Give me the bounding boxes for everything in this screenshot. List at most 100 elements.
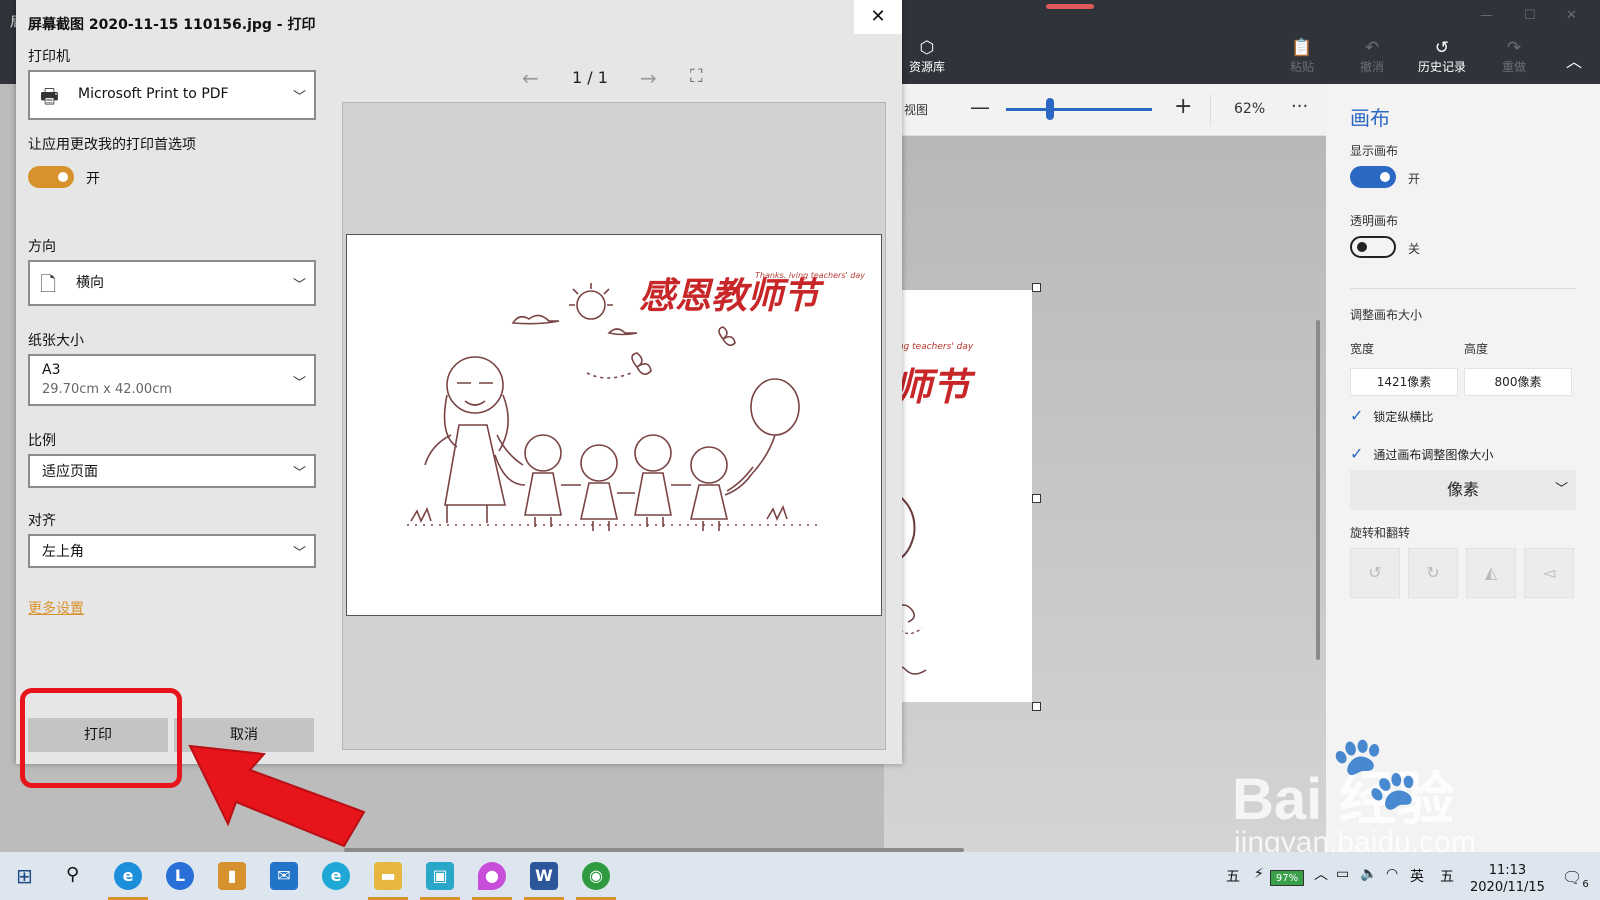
power-icon[interactable]: ⚡ [1254,866,1264,882]
preview-page: Thanks. iving teachers' day 感恩教师节 [346,234,882,616]
flip-horizontal-button[interactable]: ◭ [1466,548,1516,598]
tool-redo[interactable]: ↷ 重做 [1482,38,1546,75]
notes-app-icon[interactable]: ▮ [218,862,246,890]
resize-handle[interactable] [1032,494,1041,503]
mail-icon[interactable]: ✉ [270,862,298,890]
cube-icon: ⬡ [919,38,935,58]
printer-icon: 🖶 [40,84,59,108]
window-close-icon[interactable]: ✕ [1566,8,1577,23]
word-icon[interactable]: W [530,862,558,890]
zoom-out-button[interactable]: — [970,95,990,119]
zoom-in-button[interactable]: + [1174,94,1192,119]
minimize-icon[interactable]: — [1480,8,1493,23]
resize-image-checkbox[interactable]: ✓ 通过画布调整图像大小 [1350,444,1493,463]
scale-label: 比例 [28,433,56,449]
screenshot-app-icon[interactable]: ▣ [426,862,454,890]
redo-icon: ↷ [1506,38,1522,58]
resize-handle[interactable] [1032,283,1041,292]
language-indicator[interactable]: 英 [1410,866,1424,886]
battery-status-icon[interactable]: ▭ [1336,866,1349,882]
globe-app-icon[interactable]: ◉ [582,862,610,890]
view-label[interactable]: 视图 [904,101,928,118]
previous-page-icon[interactable]: ← [522,66,539,90]
annotation-arrow [188,744,366,848]
chevron-down-icon: ﹀ [292,90,306,105]
page-indicator: 1 / 1 [572,68,608,87]
zoom-slider-thumb[interactable] [1046,98,1054,120]
show-canvas-toggle[interactable] [1350,166,1396,188]
canvas-page[interactable]: ving teachers' day 师节 [890,290,1032,702]
rotate-right-button[interactable]: ↻ [1408,548,1458,598]
teachers-day-illustration [407,283,817,531]
chevron-down-icon: ﹀ [1554,482,1568,497]
zoom-slider[interactable] [1006,108,1152,111]
clock-date: 2020/11/15 [1470,880,1545,895]
more-options-icon[interactable]: ··· [1291,96,1308,117]
chevron-down-icon: ﹀ [292,546,306,561]
undo-icon: ↶ [1364,38,1380,58]
ie-browser-icon[interactable]: e [322,862,350,890]
more-settings-link[interactable]: 更多设置 [28,598,84,618]
alignment-dropdown[interactable]: 左上角 ﹀ [28,534,316,568]
app-l-icon[interactable]: L [166,862,194,890]
maximize-icon[interactable]: ☐ [1524,8,1536,23]
ime-mode-indicator[interactable]: 五 [1440,866,1454,886]
dialog-title: 屏幕截图 2020-11-15 110156.jpg - 打印 [28,17,316,33]
battery-percent[interactable]: 97% [1270,870,1304,886]
tool-history[interactable]: ↺ 历史记录 [1410,38,1474,75]
start-windows-icon[interactable]: ⊞ [16,864,33,888]
volume-icon[interactable]: 🔈 [1360,866,1377,882]
lock-aspect-checkbox[interactable]: ✓ 锁定纵横比 [1350,406,1433,425]
notification-center-icon[interactable]: 🗨6 [1562,868,1589,890]
search-icon[interactable]: ⚲ [66,864,79,885]
fit-page-icon[interactable]: ⛶ [690,66,703,87]
tool-library[interactable]: ⬡ 资源库 [892,38,962,75]
width-input[interactable]: 1421像素 [1350,368,1458,396]
flip-vertical-button[interactable]: ◅ [1524,548,1574,598]
chevron-up-icon[interactable]: ︿ [1314,864,1328,884]
collapse-toolbar-icon[interactable]: ︿ [1566,48,1582,72]
show-canvas-label: 显示画布 [1350,144,1399,158]
clock[interactable]: 11:13 2020/11/15 [1470,862,1545,896]
tool-undo[interactable]: ↶ 撤消 [1340,38,1404,75]
rotate-left-button[interactable]: ↺ [1350,548,1400,598]
app-active-indicator [1046,4,1094,9]
tool-paste[interactable]: 📋 粘贴 [1270,38,1334,75]
paper-size-label: 纸张大小 [28,333,84,349]
height-input[interactable]: 800像素 [1464,368,1572,396]
wifi-icon[interactable]: ◠ [1386,866,1398,882]
next-page-icon[interactable]: → [640,66,657,90]
baidu-paw-icon: 🐾 [1330,730,1420,814]
transparent-canvas-label: 透明画布 [1350,214,1399,228]
vertical-scrollbar[interactable] [1316,320,1320,660]
paper-size-dropdown[interactable]: A3 29.70cm x 42.00cm ﹀ [28,354,316,406]
panel-title: 画布 [1350,106,1390,130]
resize-handle[interactable] [1032,702,1041,711]
height-label: 高度 [1464,342,1489,356]
units-dropdown[interactable]: 像素 ﹀ [1350,470,1576,510]
print-button-highlight [20,688,182,788]
alignment-label: 对齐 [28,513,56,529]
zoom-level[interactable]: 62% [1234,101,1265,117]
paint3d-icon[interactable]: ● [478,862,506,890]
close-button[interactable]: ✕ [854,0,902,34]
resize-canvas-heading: 调整画布大小 [1350,308,1423,322]
file-explorer-icon[interactable]: ▬ [374,862,402,890]
show-canvas-state: 开 [1408,172,1421,186]
notification-count: 6 [1582,879,1589,891]
close-icon: ✕ [870,6,886,27]
paper-size-dimensions: 29.70cm x 42.00cm [42,382,173,397]
scale-dropdown[interactable]: 适应页面 ﹀ [28,454,316,488]
rotate-flip-heading: 旋转和翻转 [1350,526,1411,540]
pref-toggle[interactable] [28,166,74,188]
edge-browser-icon[interactable]: e [114,862,142,890]
width-label: 宽度 [1350,342,1375,356]
orientation-dropdown[interactable]: 🗋 横向 ﹀ [28,260,316,306]
chevron-down-icon: ﹀ [292,278,306,293]
checkmark-icon: ✓ [1350,406,1364,425]
taskbar: ⊞ ⚲ e L ▮ ✉ e ▬ ▣ ● W ◉ 五 ⚡ ︿ ▭ 🔈 ◠ 英 五 [0,852,1600,900]
transparent-canvas-toggle[interactable] [1350,236,1396,258]
printer-dropdown[interactable]: 🖶 Microsoft Print to PDF ﹀ [28,70,316,120]
history-icon: ↺ [1434,38,1450,58]
ime-indicator[interactable]: 五 [1226,866,1240,886]
